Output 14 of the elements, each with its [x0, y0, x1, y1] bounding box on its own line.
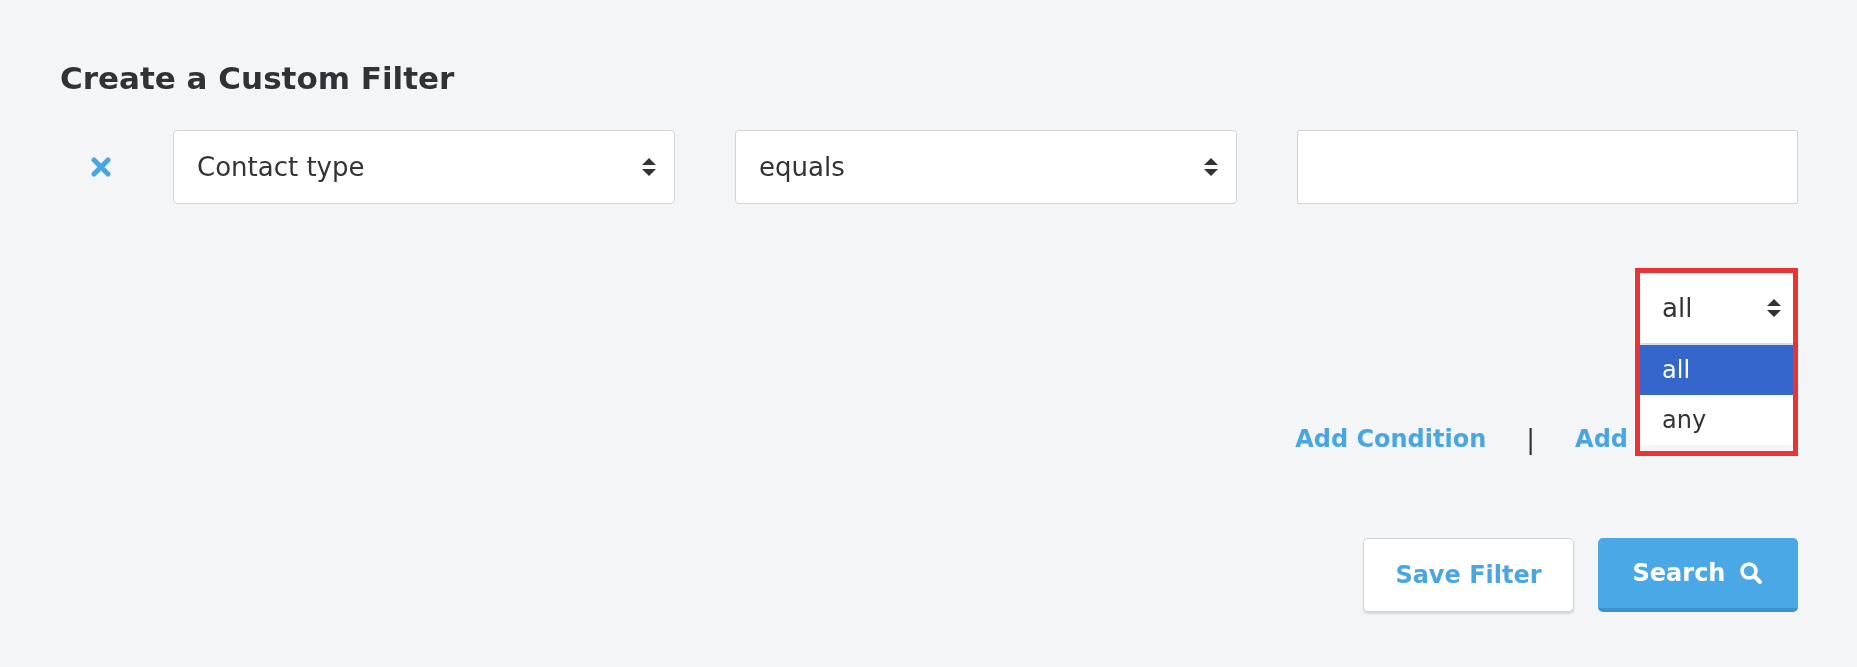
- dropdown-option[interactable]: all: [1640, 345, 1793, 395]
- close-icon: [91, 157, 111, 177]
- dropdown[interactable]: all: [1640, 273, 1793, 343]
- separator: |: [1526, 424, 1536, 454]
- caret-icon: [1767, 299, 1781, 317]
- dropdown-option[interactable]: any: [1640, 395, 1793, 445]
- caret-icon: [1204, 158, 1218, 176]
- search-icon: [1739, 561, 1764, 585]
- save-button[interactable]: Save Filter: [1363, 538, 1574, 612]
- input-field[interactable]: [1297, 130, 1798, 204]
- page-title: Create a Custom Filter: [60, 59, 456, 98]
- caret-icon: [642, 158, 656, 176]
- dropdown[interactable]: Contact type: [173, 130, 675, 204]
- dropdown[interactable]: equals: [735, 130, 1237, 204]
